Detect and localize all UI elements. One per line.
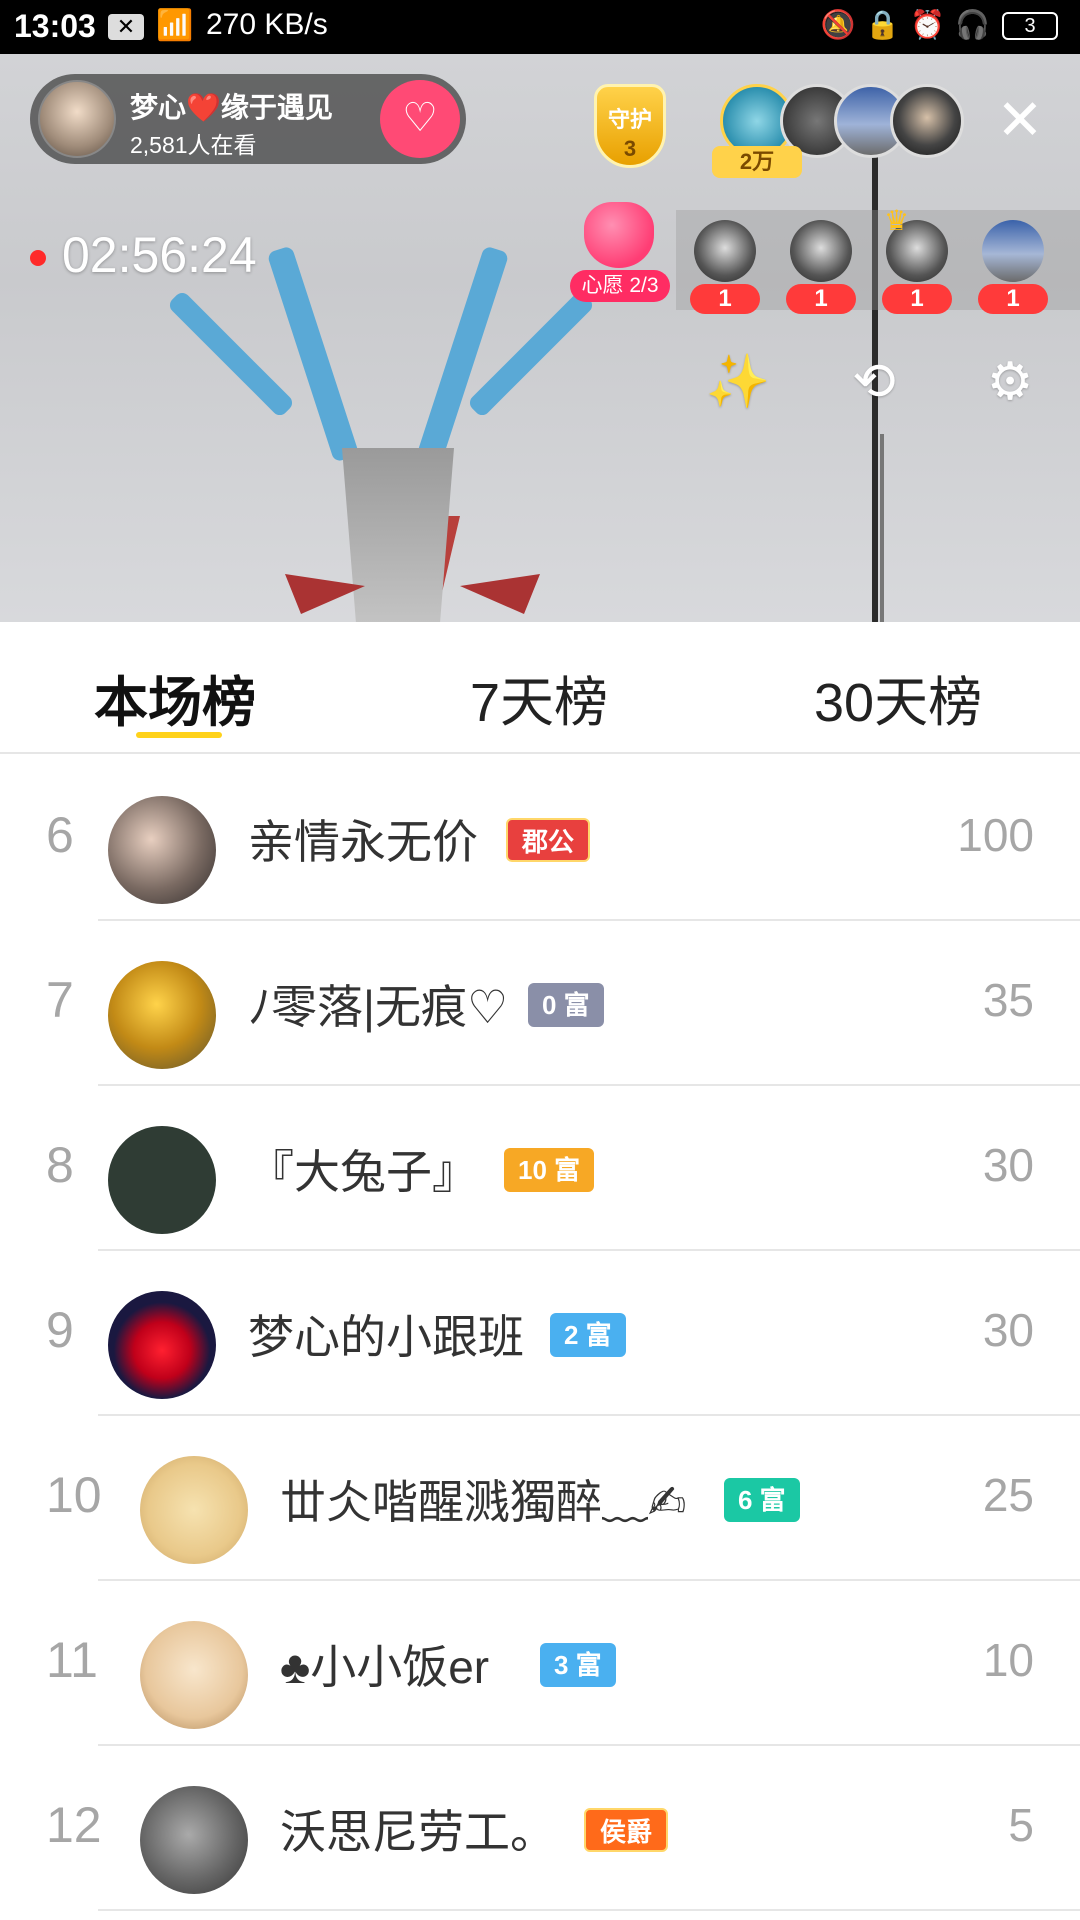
antler-right [416, 245, 510, 463]
level-badge: 2 富 [550, 1313, 626, 1357]
battery-icon: 3 [1002, 12, 1058, 40]
rank-number: 10 [46, 1467, 102, 1523]
avatar[interactable] [140, 1456, 248, 1564]
deer-ear-right [460, 574, 540, 614]
user-name: ﾉ零落|无痕♡ [248, 981, 509, 1033]
gift-giver-avatar[interactable] [694, 220, 756, 282]
live-video[interactable]: 梦心❤️缘于遇见 2,581人在看 ♡ 守护 3 2万 ✕ 02:56:24 心… [0, 54, 1080, 622]
wish-heart-icon[interactable] [578, 202, 660, 276]
guard-label: 守护 [607, 107, 652, 132]
gift-giver-avatar[interactable] [790, 220, 852, 282]
host-card[interactable]: 梦心❤️缘于遇见 2,581人在看 ♡ [30, 74, 466, 164]
rank-number: 11 [46, 1632, 98, 1688]
level-badge: 郡公 [506, 818, 591, 862]
avatar[interactable] [140, 1621, 248, 1729]
viewer-count: 2,581人在看 [130, 132, 257, 158]
close-button[interactable]: ✕ [990, 92, 1050, 152]
avatar[interactable] [140, 1786, 248, 1894]
level-badge: 0 富 [528, 983, 604, 1027]
host-name: 梦心❤️缘于遇见 [130, 92, 333, 123]
list-item[interactable]: 9 梦心的小跟班 2 富 30 [0, 1251, 1080, 1416]
list-item[interactable]: 11 ♣小小饭er 3 富 10 [0, 1581, 1080, 1746]
divider [98, 1909, 1080, 1911]
avatar[interactable] [108, 1126, 216, 1234]
tab-indicator [136, 732, 222, 738]
level-badge: 3 富 [540, 1643, 616, 1687]
x-icon: ✕ [108, 14, 144, 40]
follow-heart-icon: ♡ [402, 96, 438, 140]
user-name: ♣小小饭er [280, 1641, 490, 1693]
top-contribution-badge: 2万 [712, 146, 802, 178]
magic-wand-icon[interactable]: ✨ [698, 342, 778, 422]
avatar[interactable] [108, 796, 216, 904]
guard-count: 3 [623, 136, 637, 161]
crown-icon: ♛ [884, 205, 910, 236]
wifi-icon: 📶 [156, 9, 194, 42]
host-avatar[interactable] [38, 80, 116, 158]
list-item[interactable]: 7 ﾉ零落|无痕♡ 0 富 35 [0, 921, 1080, 1086]
avatar[interactable] [108, 1291, 216, 1399]
level-badge: 10 富 [504, 1148, 595, 1192]
rank-number: 8 [46, 1137, 74, 1193]
list-item[interactable]: 12 沃思尼劳工。 侯爵 5 [0, 1746, 1080, 1911]
wish-progress[interactable]: 心愿 2/3 [570, 270, 670, 302]
close-icon: ✕ [996, 88, 1044, 151]
settings-icon[interactable]: ⚙ [970, 342, 1050, 422]
status-time: 13:03 [14, 8, 96, 44]
user-name: 亲情永无价 [248, 816, 478, 868]
user-name: 丗仌喈醒溅獨醉﹏✍ [280, 1476, 687, 1528]
gift-count: 1 [978, 284, 1048, 314]
status-icons: 🔕🔒⏰🎧 [820, 9, 1000, 40]
list-item[interactable]: 10 丗仌喈醒溅獨醉﹏✍ 6 富 25 [0, 1416, 1080, 1581]
rank-number: 12 [46, 1797, 102, 1853]
gift-count: 1 [882, 284, 952, 314]
score: 30 [982, 1139, 1034, 1191]
list-item[interactable]: 6 亲情永无价 郡公 100 [0, 756, 1080, 921]
tab-7-day[interactable]: 7天榜 [470, 658, 608, 737]
cable [880, 434, 884, 622]
tab-30-day[interactable]: 30天榜 [814, 658, 982, 737]
live-timer: 02:56:24 [62, 227, 257, 283]
network-speed: 270 KB/s [206, 8, 328, 41]
live-indicator-dot [30, 250, 46, 266]
score: 10 [982, 1634, 1034, 1686]
list-item[interactable]: 8 『大兔子』 10 富 30 [0, 1086, 1080, 1251]
rank-number: 9 [46, 1302, 74, 1358]
gift-count: 1 [786, 284, 856, 314]
avatar[interactable] [108, 961, 216, 1069]
gift-giver-avatar[interactable] [982, 220, 1044, 282]
rank-number: 6 [46, 807, 74, 863]
score: 5 [1008, 1799, 1034, 1851]
score: 30 [982, 1304, 1034, 1356]
level-badge: 6 富 [724, 1478, 800, 1522]
antler-left-branch [166, 289, 296, 419]
antler-left [266, 245, 360, 463]
score: 35 [982, 974, 1034, 1026]
follow-button[interactable]: ♡ [380, 80, 460, 158]
gift-givers-strip[interactable]: 1 1 1 1 [676, 210, 1080, 314]
score: 100 [957, 809, 1034, 861]
user-name: 梦心的小跟班 [248, 1311, 524, 1363]
tab-current-session[interactable]: 本场榜 [94, 658, 256, 737]
guard-badge[interactable]: 守护 3 [584, 80, 676, 172]
rank-number: 7 [46, 972, 74, 1028]
gift-count: 1 [690, 284, 760, 314]
status-bar: 13:03 ✕ 📶 270 KB/s 🔕🔒⏰🎧 3 [0, 0, 1080, 54]
level-badge: 侯爵 [584, 1808, 669, 1852]
top-viewer-avatar[interactable] [890, 84, 964, 158]
user-name: 『大兔子』 [248, 1146, 478, 1198]
ranking-list[interactable]: 6 亲情永无价 郡公 100 7 ﾉ零落|无痕♡ 0 富 35 8 『大兔子』 … [0, 756, 1080, 1920]
flip-camera-icon[interactable]: ⟲ [834, 342, 914, 422]
score: 25 [982, 1469, 1034, 1521]
user-name: 沃思尼劳工。 [280, 1806, 556, 1858]
ranking-tabs: 本场榜 7天榜 30天榜 [0, 622, 1080, 754]
